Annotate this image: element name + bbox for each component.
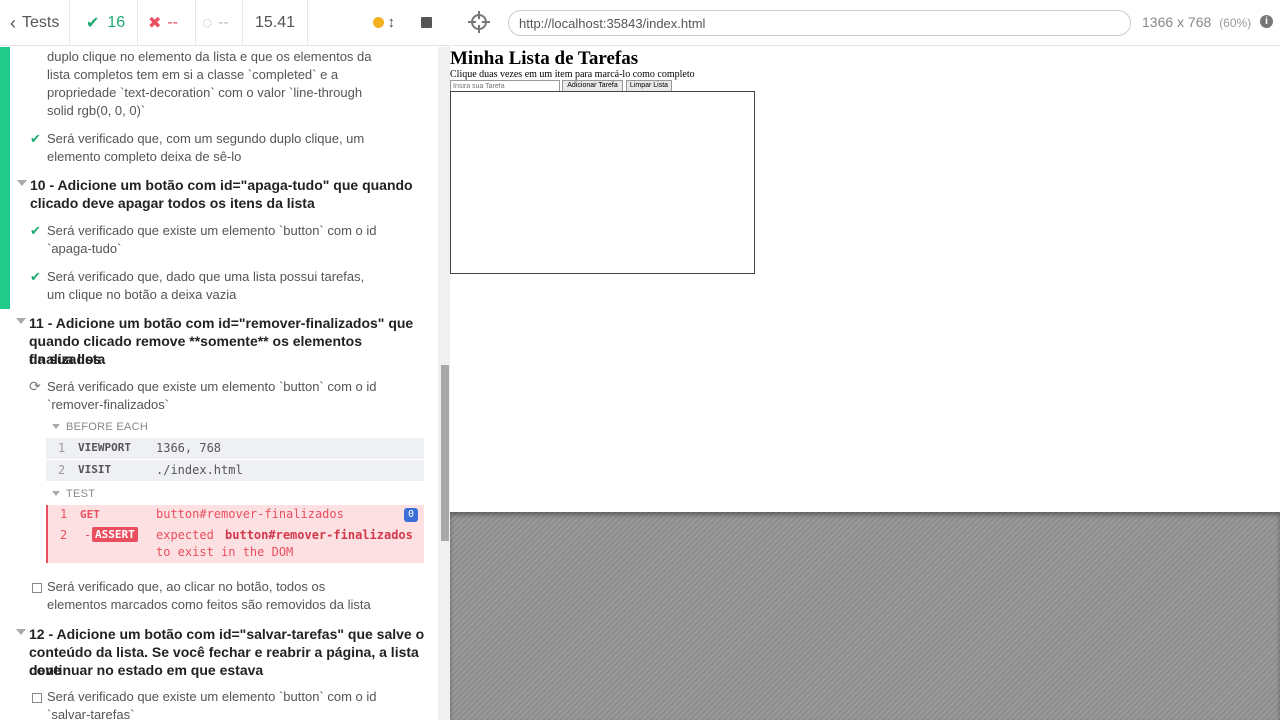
command-number: 1 — [60, 507, 68, 521]
suite-title-line[interactable]: 10 - Adicione um botão com id="apaga-tud… — [30, 176, 413, 194]
caret-down-icon[interactable] — [16, 318, 26, 324]
command-name: VISIT — [78, 463, 112, 476]
caret-down-icon[interactable] — [16, 629, 26, 635]
test-title-line[interactable]: Será verificado que existe um elemento `… — [47, 688, 377, 706]
stop-icon[interactable] — [421, 17, 432, 28]
orange-dot-icon — [372, 17, 384, 28]
resize-icon[interactable]: ↕ — [388, 14, 396, 31]
command-name: GET — [80, 508, 100, 521]
command-row[interactable]: 1 VIEWPORT 1366, 768 — [46, 438, 424, 459]
reporter-header: ‹ Tests ✔ 16 ✖ -- ◌ -- 15.41 ↕ — [0, 0, 450, 46]
tests-button[interactable]: ‹ Tests — [0, 0, 70, 46]
failed-stat: ✖ -- — [138, 0, 196, 46]
test-title-line[interactable]: um clique no botão a deixa vazia — [47, 286, 236, 304]
preview-header: 1366 x 768 (60%) i — [451, 0, 1280, 46]
spinner-icon: ◌ — [202, 12, 213, 32]
test-title-line[interactable]: Será verificado que, dado que uma lista … — [47, 268, 364, 286]
scrollbar-thumb[interactable] — [441, 365, 449, 541]
crosshair-icon[interactable] — [468, 11, 490, 33]
failed-count: -- — [167, 13, 179, 31]
command-number: 2 — [60, 528, 68, 542]
suite-title-line[interactable]: 11 - Adicione um botão com id="remover-f… — [29, 314, 413, 332]
hook-label[interactable]: BEFORE EACH — [66, 421, 148, 433]
caret-down-icon[interactable] — [52, 424, 60, 429]
pending-checkbox-icon — [32, 693, 42, 703]
caret-down-icon[interactable] — [52, 491, 60, 496]
suite-title-line[interactable]: clicado deve apagar todos os itens da li… — [30, 194, 315, 212]
status-indicator: ↕ — [372, 14, 396, 31]
test-title-line[interactable]: Será verificado que, ao clicar no botão,… — [47, 578, 325, 596]
suite-title-line[interactable]: da sua lista — [29, 350, 105, 368]
viewport-info: 1366 x 768 (60%) — [1142, 14, 1251, 30]
failed-commands: 1 GET button#remover-finalizados 0 2 - A… — [46, 505, 424, 563]
run-controls: ↕ — [308, 0, 450, 46]
runnables-list: duplo clique no elemento da lista e que … — [0, 47, 438, 720]
test-title-line: solid rgb(0, 0, 0)` — [47, 103, 146, 118]
passed-stat: ✔ 16 — [70, 0, 138, 46]
check-icon: ✔ — [30, 269, 41, 284]
test-title-line[interactable]: `salvar-tarefas` — [47, 706, 134, 720]
assert-message-post: to exist in the DOM — [156, 545, 294, 559]
viewport-size: 1366 x 768 — [1142, 14, 1212, 30]
command-message: 1366, 768 — [156, 441, 222, 455]
command-number: 2 — [58, 463, 66, 477]
pass-stripe — [0, 47, 10, 309]
assert-badge: ASSERT — [92, 527, 138, 542]
test-title-line[interactable]: elemento completo deixa de sê-lo — [47, 148, 241, 166]
tests-label: Tests — [22, 13, 60, 31]
test-title-line[interactable]: `apaga-tudo` — [47, 240, 121, 258]
caret-down-icon[interactable] — [17, 180, 27, 186]
command-name: VIEWPORT — [78, 441, 131, 454]
info-icon[interactable]: i — [1260, 15, 1273, 28]
suite-title-line[interactable]: continuar no estado em que estava — [29, 661, 263, 679]
test-title-line[interactable]: Será verificado que, com um segundo dupl… — [47, 130, 364, 148]
test-title-line[interactable]: Será verificado que existe um elemento `… — [47, 378, 377, 396]
task-list — [450, 91, 755, 274]
element-count-badge: 0 — [404, 508, 419, 522]
assert-selector: button#remover-finalizados — [225, 528, 413, 542]
command-message: ./index.html — [156, 463, 243, 477]
pending-stat: ◌ -- — [196, 0, 243, 46]
instructions: Clique duas vezes em um item para marcá-… — [450, 69, 695, 80]
suite-title-line[interactable]: 12 - Adicione um botão com id="salvar-ta… — [29, 625, 424, 643]
passed-count: 16 — [107, 13, 126, 31]
spinner-icon: ⟳ — [29, 378, 41, 394]
test-title-line: duplo clique no elemento da lista e que … — [47, 49, 372, 64]
viewport-overflow-area — [450, 512, 1280, 720]
assert-message-pre: expected — [156, 528, 214, 542]
command-row[interactable]: 2 VISIT ./index.html — [46, 460, 424, 481]
test-reporter: ‹ Tests ✔ 16 ✖ -- ◌ -- 15.41 ↕ duplo cli… — [0, 0, 450, 720]
test-title-line: propriedade `text-decoration` com o valo… — [47, 85, 363, 100]
duration: 15.41 — [243, 0, 308, 46]
command-prefix: - — [84, 528, 92, 542]
command-number: 1 — [58, 441, 66, 455]
page-title: Minha Lista de Tarefas — [450, 48, 639, 69]
chevron-left-icon: ‹ — [10, 12, 16, 33]
pending-count: -- — [218, 13, 229, 31]
test-section-label[interactable]: TEST — [66, 488, 95, 500]
test-title-line: lista completos tem em si a classe `comp… — [47, 67, 339, 82]
check-icon: ✔ — [30, 223, 41, 238]
command-message: button#remover-finalizados — [156, 507, 344, 521]
check-icon: ✔ — [86, 14, 100, 32]
x-icon: ✖ — [148, 14, 162, 32]
test-title-line[interactable]: `remover-finalizados` — [47, 396, 169, 414]
test-title-line[interactable]: elementos marcados como feitos são remov… — [47, 596, 371, 614]
assert-message: expected button#remover-finalizados — [156, 528, 413, 542]
test-title-line[interactable]: Será verificado que existe um elemento `… — [47, 222, 377, 240]
pending-checkbox-icon — [32, 583, 42, 593]
check-icon: ✔ — [30, 131, 41, 146]
app-under-test: Minha Lista de Tarefas Clique duas vezes… — [450, 47, 1280, 512]
command-row[interactable]: 1 GET button#remover-finalizados 0 — [48, 505, 424, 525]
url-input[interactable] — [508, 10, 1131, 36]
zoom-level: (60%) — [1219, 16, 1252, 30]
command-row[interactable]: 2 - ASSERT expected button#remover-final… — [48, 525, 424, 563]
